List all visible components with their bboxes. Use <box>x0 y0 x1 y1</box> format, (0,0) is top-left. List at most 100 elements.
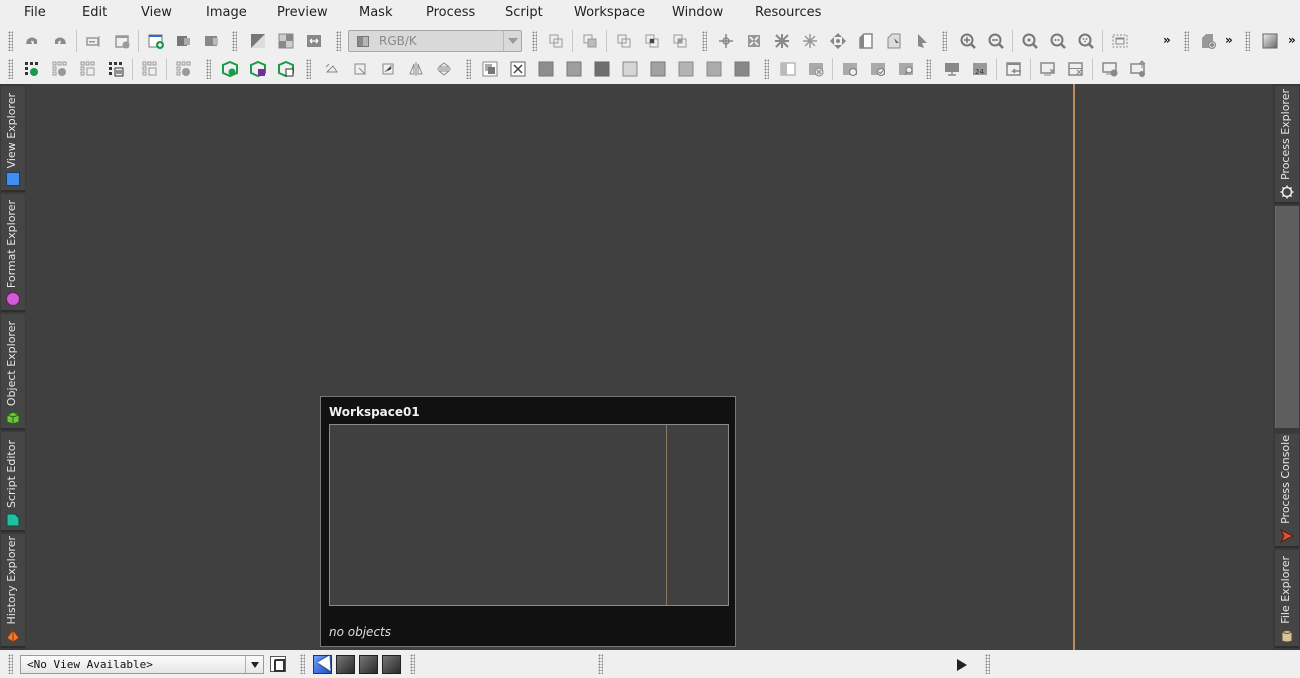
menu-script[interactable]: Script <box>505 5 543 20</box>
menu-file[interactable]: File <box>24 5 46 20</box>
pan-icon[interactable] <box>716 31 736 51</box>
workspace-3-button[interactable] <box>359 655 378 674</box>
swatch-4[interactable] <box>620 59 640 79</box>
preview-intersect-icon[interactable] <box>642 31 662 51</box>
menu-window[interactable]: Window <box>672 5 723 20</box>
rename-icon[interactable] <box>84 31 104 51</box>
extract-icon[interactable] <box>202 31 222 51</box>
zoom-in-icon[interactable] <box>958 31 978 51</box>
close-x-icon[interactable] <box>508 59 528 79</box>
expand-icon[interactable] <box>800 31 820 51</box>
invert-icon[interactable] <box>248 31 268 51</box>
mask-view-icon[interactable] <box>778 59 798 79</box>
tab-process-explorer[interactable]: Process Explorer <box>1275 86 1299 204</box>
menu-view[interactable]: View <box>141 5 172 20</box>
menu-image[interactable]: Image <box>206 5 247 20</box>
more-icon[interactable]: » <box>1225 33 1233 47</box>
tab-file-explorer[interactable]: File Explorer <box>1275 550 1299 648</box>
mask-search-icon[interactable] <box>896 59 916 79</box>
preview-union-icon[interactable] <box>614 31 634 51</box>
fit-view-icon[interactable] <box>1110 31 1130 51</box>
play-icon[interactable] <box>957 659 967 671</box>
workspace-2-button[interactable] <box>336 655 355 674</box>
swatch-6[interactable] <box>676 59 696 79</box>
mirror-v-icon[interactable] <box>434 59 454 79</box>
save-process-icon[interactable] <box>248 59 268 79</box>
screen-upload-icon[interactable] <box>1128 59 1148 79</box>
tab-view-explorer[interactable]: View Explorer <box>1 86 25 192</box>
tab-process-console[interactable]: Process Console <box>1275 434 1299 548</box>
select-page-icon[interactable] <box>884 31 904 51</box>
tab-format-explorer[interactable]: Format Explorer <box>1 194 25 312</box>
swatch-7[interactable] <box>704 59 724 79</box>
close-project-icon[interactable] <box>174 59 194 79</box>
new-workspace-icon[interactable] <box>1198 31 1218 51</box>
resize-icon[interactable] <box>378 59 398 79</box>
duplicate-icon[interactable] <box>174 31 194 51</box>
shrink-icon[interactable] <box>772 31 792 51</box>
toolbar-grip[interactable] <box>8 31 13 51</box>
save-all-icon[interactable] <box>140 59 160 79</box>
mirror-h-icon[interactable] <box>406 59 426 79</box>
zoom-2-icon[interactable] <box>1048 31 1068 51</box>
load-process-icon[interactable] <box>220 59 240 79</box>
crop-icon[interactable] <box>276 31 296 51</box>
screen-close-icon[interactable] <box>1038 59 1058 79</box>
swatch-2[interactable] <box>564 59 584 79</box>
zoom-3-icon[interactable] <box>1076 31 1096 51</box>
page-icon[interactable] <box>856 31 876 51</box>
screen-radiation-icon[interactable] <box>1100 59 1120 79</box>
process-props-icon[interactable] <box>276 59 296 79</box>
zoom-1-icon[interactable] <box>1020 31 1040 51</box>
rotate-icon[interactable] <box>322 59 342 79</box>
new-project-icon[interactable] <box>50 59 70 79</box>
view-select[interactable]: <No View Available> <box>20 655 264 674</box>
redo-icon[interactable] <box>50 31 70 51</box>
zoom-out-icon[interactable] <box>986 31 1006 51</box>
workspace-4-button[interactable] <box>382 655 401 674</box>
more-icon[interactable]: » <box>1163 33 1171 47</box>
preview-new-icon[interactable] <box>546 31 566 51</box>
menu-preview[interactable]: Preview <box>277 5 328 20</box>
swatch-5[interactable] <box>648 59 668 79</box>
move-icon[interactable] <box>828 31 848 51</box>
monitor-icon[interactable] <box>942 59 962 79</box>
undo-icon[interactable] <box>22 31 42 51</box>
view-window-button[interactable] <box>270 656 286 672</box>
save-project-icon[interactable] <box>78 59 98 79</box>
dock-scrollbar[interactable] <box>1275 206 1299 428</box>
tab-object-explorer[interactable]: Object Explorer <box>1 314 25 430</box>
swatch-3[interactable] <box>592 59 612 79</box>
open-project-icon[interactable] <box>22 59 42 79</box>
new-window-icon[interactable] <box>112 31 132 51</box>
workspace-thumbnail-popup: Workspace01 no objects <box>320 396 736 647</box>
menu-edit[interactable]: Edit <box>82 5 107 20</box>
swatch-8[interactable] <box>732 59 752 79</box>
fit-icon[interactable] <box>744 31 764 51</box>
more-icon[interactable]: » <box>1288 33 1296 47</box>
menu-mask[interactable]: Mask <box>359 5 392 20</box>
import-icon[interactable] <box>1004 59 1024 79</box>
gradient-swatch-icon[interactable] <box>1260 31 1280 51</box>
color-space-select[interactable]: RGB/K <box>348 30 522 52</box>
menu-resources[interactable]: Resources <box>755 5 821 20</box>
menu-process[interactable]: Process <box>426 5 475 20</box>
new-image-icon[interactable] <box>146 31 166 51</box>
project-props-icon[interactable] <box>106 59 126 79</box>
tab-script-editor[interactable]: Script Editor <box>1 432 25 532</box>
mask-check-icon[interactable] <box>868 59 888 79</box>
mask-remove-icon[interactable] <box>806 59 826 79</box>
toolbar-grip[interactable] <box>8 654 13 674</box>
screen-close-2-icon[interactable] <box>1066 59 1086 79</box>
crop-corner-icon[interactable] <box>350 59 370 79</box>
pointer-icon[interactable] <box>912 31 932 51</box>
preview-subtract-icon[interactable] <box>670 31 690 51</box>
resample-icon[interactable] <box>304 31 324 51</box>
monitor-24-icon[interactable]: 24 <box>970 59 990 79</box>
menu-workspace[interactable]: Workspace <box>574 5 645 20</box>
tab-history-explorer[interactable]: History Explorer <box>1 534 25 648</box>
overlay-icon[interactable] <box>480 59 500 79</box>
preview-copy-icon[interactable] <box>580 31 600 51</box>
swatch-1[interactable] <box>536 59 556 79</box>
mask-edit-icon[interactable] <box>840 59 860 79</box>
